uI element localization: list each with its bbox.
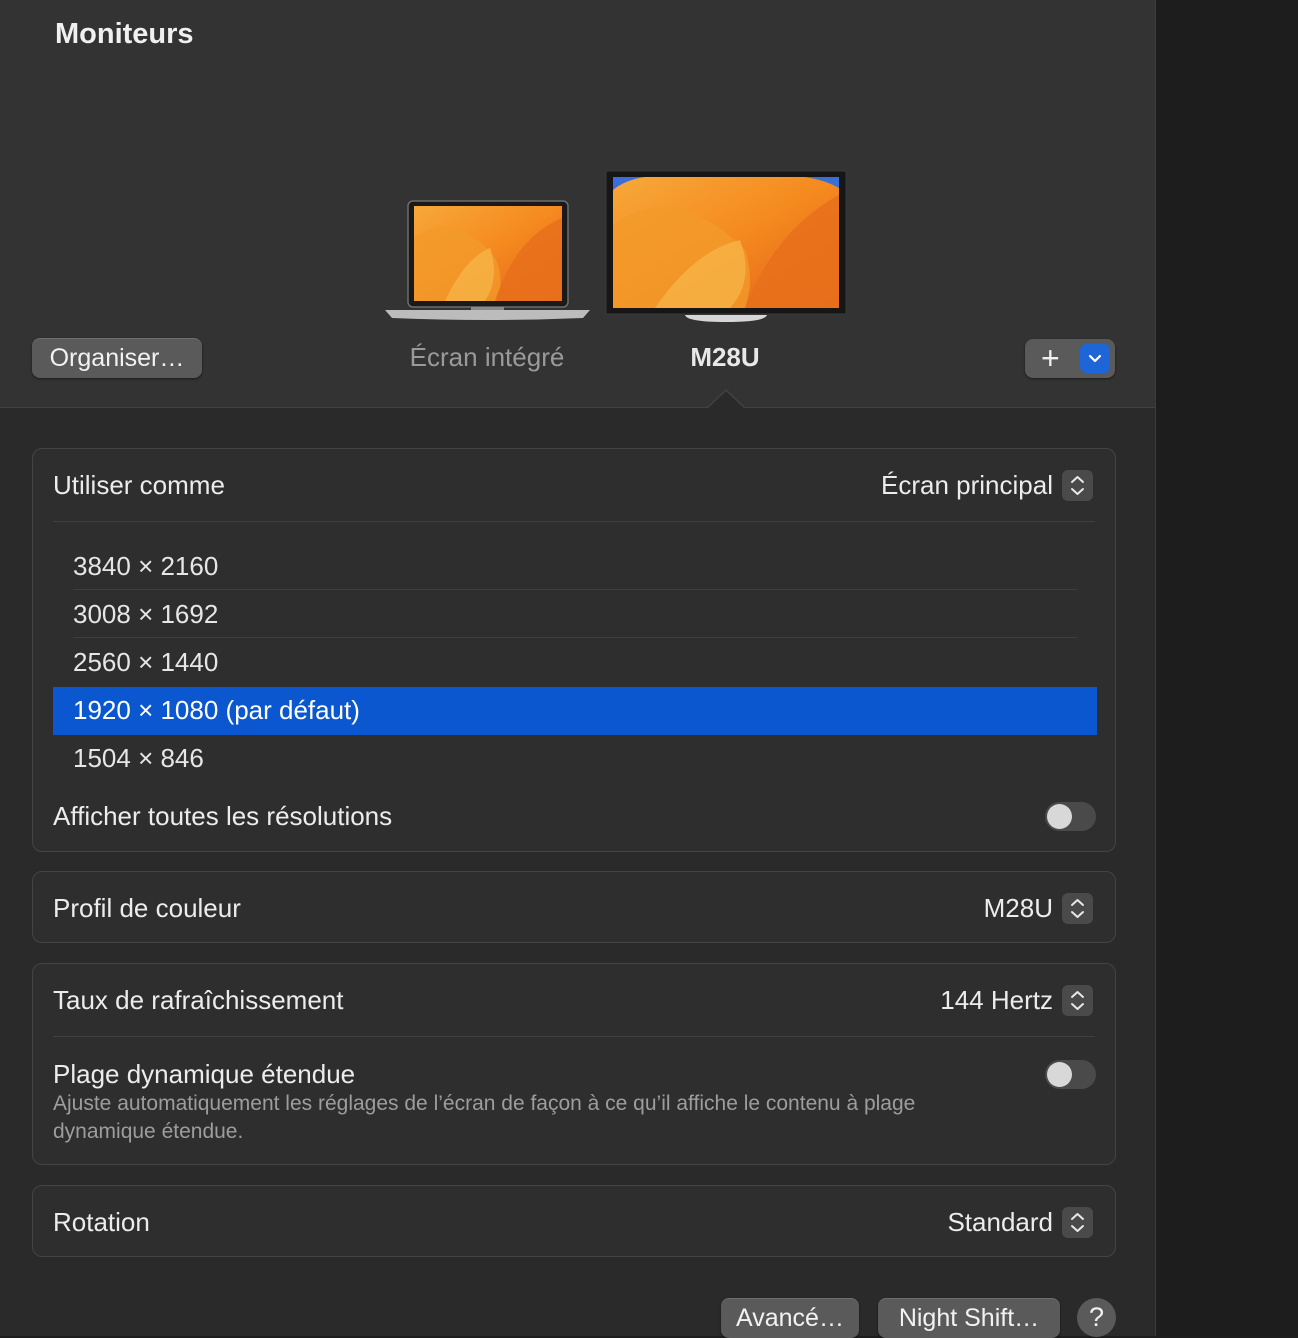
- rotation-stepper[interactable]: [1062, 1207, 1093, 1238]
- add-display-button[interactable]: +: [1025, 339, 1115, 378]
- builtin-display-label[interactable]: Écran intégré: [387, 342, 587, 373]
- color-profile-label: Profil de couleur: [53, 893, 241, 923]
- background-area: [1156, 0, 1298, 1336]
- up-down-chevron-icon: [1071, 1213, 1084, 1232]
- displays-settings-window: Moniteurs Organiser… Écran intégré M28U …: [0, 0, 1156, 1338]
- rotation-label: Rotation: [53, 1207, 150, 1237]
- hdr-label: Plage dynamique étendue: [53, 1059, 356, 1089]
- color-profile-value[interactable]: M28U: [984, 893, 1053, 924]
- up-down-chevron-icon: [1071, 991, 1084, 1010]
- add-display-dropdown[interactable]: [1080, 344, 1110, 373]
- refresh-hdr-panel: Taux de rafraîchissement 144 Hertz Plage…: [32, 963, 1116, 1165]
- refresh-rate-label: Taux de rafraîchissement: [53, 985, 344, 1015]
- toggle-knob: [1047, 1062, 1072, 1087]
- resolution-option[interactable]: 3008 × 1692: [53, 591, 1097, 639]
- advanced-button[interactable]: Avancé…: [721, 1298, 859, 1338]
- m28u-display-thumbnail[interactable]: [605, 170, 847, 325]
- toggle-knob: [1047, 804, 1072, 829]
- chevron-down-icon: [1088, 354, 1102, 363]
- resolution-option[interactable]: 3840 × 2160: [53, 543, 1097, 591]
- resolution-panel: Utiliser comme Écran principal 3840 × 21…: [32, 448, 1116, 852]
- hdr-description: Ajuste automatiquement les réglages de l…: [53, 1092, 916, 1143]
- help-button[interactable]: ?: [1077, 1298, 1116, 1337]
- resolution-option[interactable]: 2560 × 1440: [53, 639, 1097, 687]
- up-down-chevron-icon: [1071, 899, 1084, 918]
- refresh-rate-value[interactable]: 144 Hertz: [940, 985, 1053, 1016]
- refresh-rate-stepper[interactable]: [1062, 985, 1093, 1016]
- resolution-option-selected[interactable]: 1920 × 1080 (par défaut): [53, 687, 1097, 735]
- rotation-panel: Rotation Standard: [32, 1185, 1116, 1257]
- display-arrangement-area: Moniteurs Organiser… Écran intégré M28U …: [0, 0, 1155, 408]
- use-as-label: Utiliser comme: [53, 470, 225, 500]
- rotation-value[interactable]: Standard: [947, 1207, 1053, 1238]
- page-title: Moniteurs: [55, 18, 194, 50]
- show-all-resolutions-toggle[interactable]: [1045, 802, 1096, 831]
- builtin-display-thumbnail[interactable]: [385, 198, 590, 323]
- show-all-resolutions-label: Afficher toutes les résolutions: [53, 801, 393, 831]
- color-profile-panel: Profil de couleur M28U: [32, 871, 1116, 943]
- color-profile-stepper[interactable]: [1062, 893, 1093, 924]
- resolution-option[interactable]: 1504 × 846: [53, 735, 1097, 783]
- use-as-value[interactable]: Écran principal: [881, 470, 1053, 501]
- m28u-display-label[interactable]: M28U: [625, 342, 825, 373]
- plus-icon: +: [1041, 340, 1060, 376]
- night-shift-button[interactable]: Night Shift…: [878, 1298, 1060, 1338]
- use-as-stepper[interactable]: [1062, 470, 1093, 501]
- up-down-chevron-icon: [1071, 476, 1084, 495]
- arrange-button[interactable]: Organiser…: [32, 338, 202, 378]
- hdr-toggle[interactable]: [1045, 1060, 1096, 1089]
